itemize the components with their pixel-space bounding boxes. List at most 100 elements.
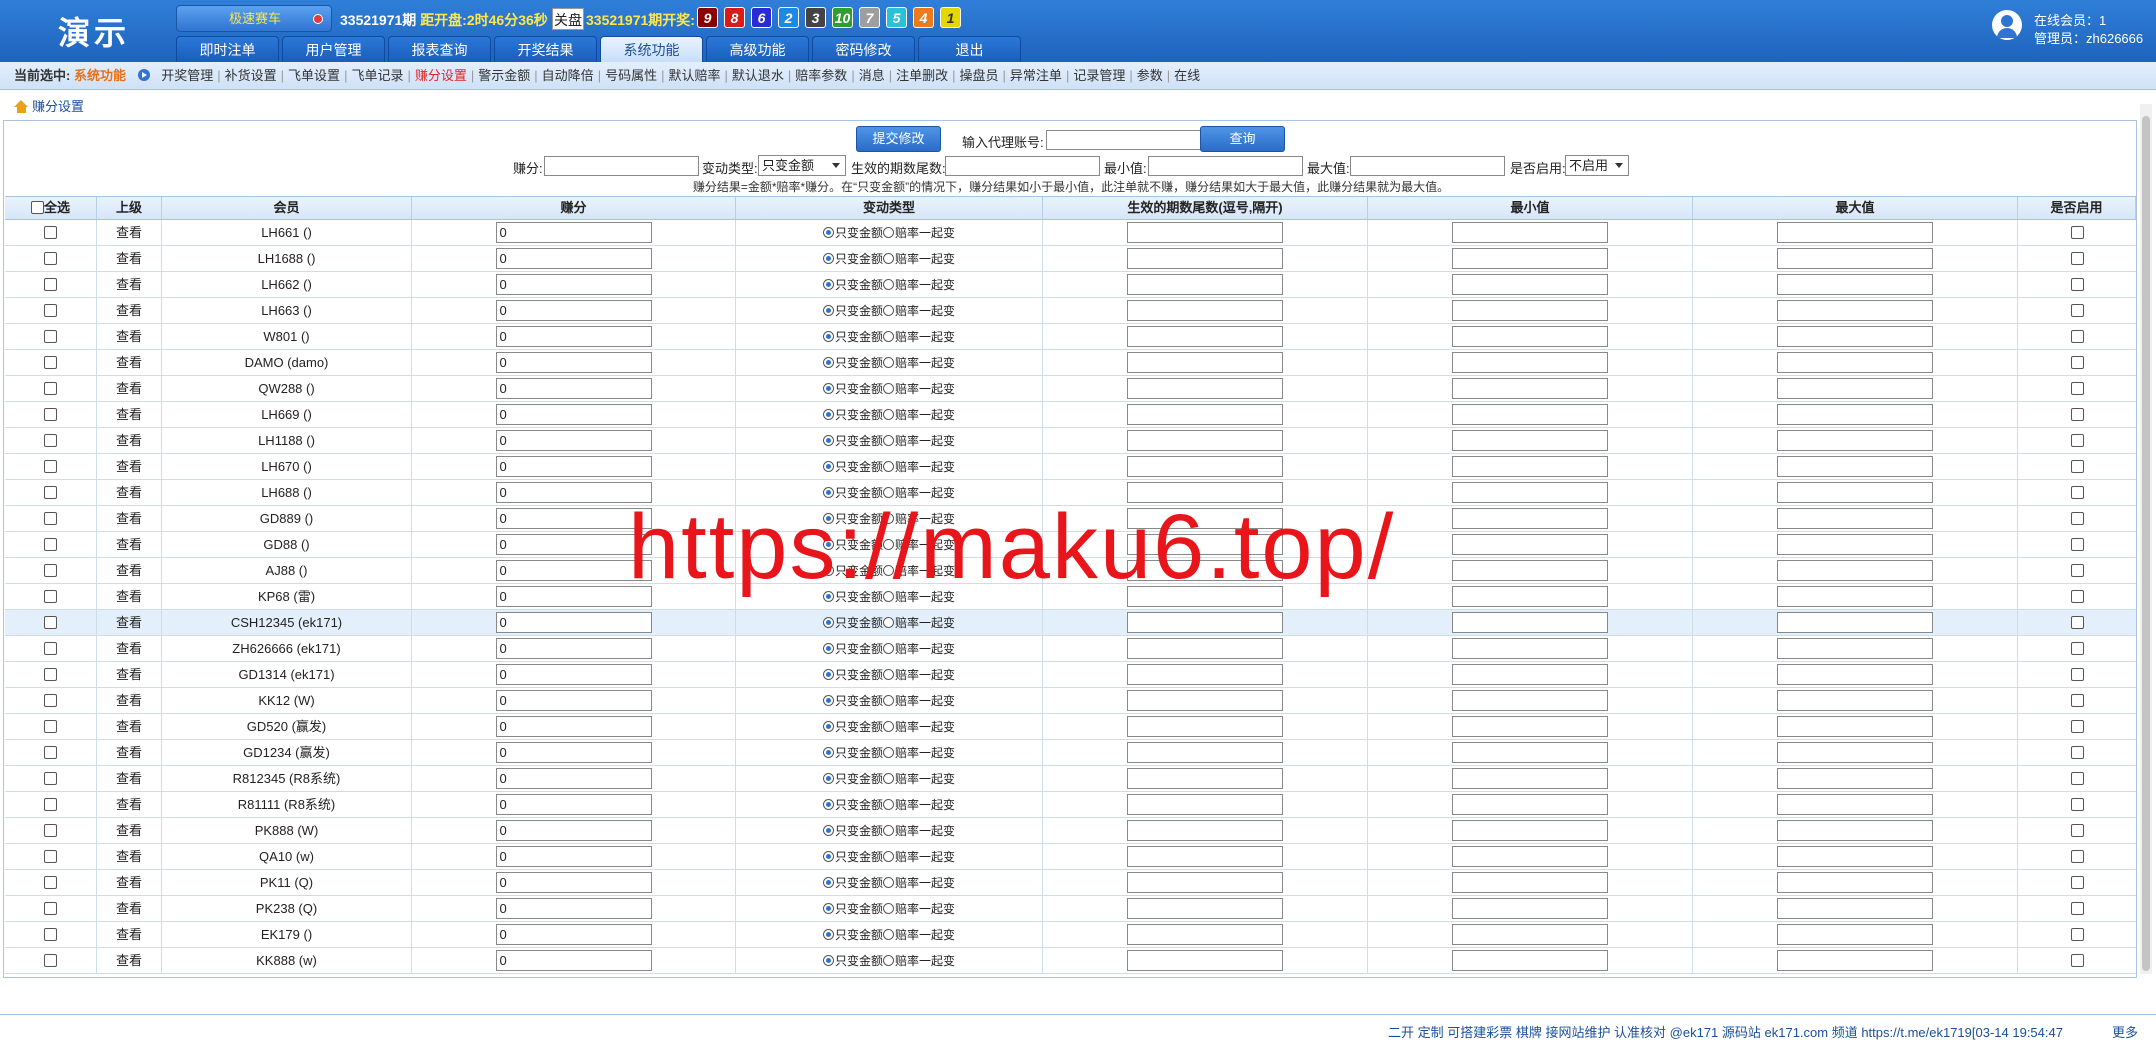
earn-input[interactable]: 0 — [495, 716, 652, 738]
scrollbar-thumb[interactable] — [2142, 116, 2150, 971]
enabled-checkbox[interactable] — [2070, 824, 2084, 837]
nav-tab[interactable]: 密码修改 — [812, 36, 915, 62]
sub-nav-item[interactable]: 异常注单 — [1010, 68, 1062, 83]
enabled-checkbox[interactable] — [2070, 798, 2084, 811]
amount-only-radio[interactable] — [822, 747, 834, 758]
row-checkbox[interactable] — [44, 486, 57, 499]
earn-input[interactable]: 0 — [495, 872, 652, 894]
min-input[interactable] — [1452, 378, 1608, 400]
earn-input[interactable]: 0 — [495, 456, 652, 478]
odds-change-radio[interactable] — [883, 565, 894, 576]
more-link[interactable]: 更多 — [2112, 1022, 2138, 1041]
row-checkbox[interactable] — [44, 798, 57, 811]
amount-only-radio[interactable] — [822, 331, 834, 342]
enabled-checkbox[interactable] — [2070, 252, 2084, 265]
max-input[interactable] — [1777, 950, 1933, 972]
min-input[interactable] — [1452, 794, 1608, 816]
suffix-input[interactable] — [1127, 326, 1283, 348]
odds-change-radio[interactable] — [883, 929, 894, 940]
row-checkbox[interactable] — [44, 278, 57, 291]
suffix-input[interactable] — [1127, 404, 1283, 426]
min-input[interactable] — [1452, 846, 1608, 868]
suffix-input[interactable] — [1127, 560, 1283, 582]
amount-only-radio[interactable] — [822, 227, 834, 238]
max-input[interactable] — [1777, 612, 1933, 634]
nav-tab[interactable]: 高级功能 — [706, 36, 809, 62]
row-checkbox[interactable] — [44, 668, 57, 681]
odds-change-radio[interactable] — [883, 227, 894, 238]
min-input[interactable] — [1452, 664, 1608, 686]
min-input[interactable] — [1452, 742, 1608, 764]
view-parent-link[interactable]: 查看 — [97, 896, 162, 921]
amount-only-radio[interactable] — [822, 955, 834, 966]
odds-change-radio[interactable] — [883, 409, 894, 420]
row-checkbox[interactable] — [44, 564, 57, 577]
max-input[interactable] — [1777, 768, 1933, 790]
min-input[interactable] — [1452, 456, 1608, 478]
suffix-input[interactable] — [1127, 950, 1283, 972]
amount-only-radio[interactable] — [822, 721, 834, 732]
sub-nav-item[interactable]: 操盘员 — [960, 68, 999, 83]
suffix-input[interactable] — [1127, 846, 1283, 868]
enabled-checkbox[interactable] — [2070, 590, 2084, 603]
max-input[interactable] — [1350, 156, 1505, 176]
odds-change-radio[interactable] — [883, 799, 894, 810]
max-input[interactable] — [1777, 586, 1933, 608]
amount-only-radio[interactable] — [822, 357, 834, 368]
odds-change-radio[interactable] — [883, 357, 894, 368]
enabled-checkbox[interactable] — [2070, 226, 2084, 239]
header-select-all[interactable]: 全选 — [5, 197, 97, 219]
earn-input[interactable]: 0 — [495, 742, 652, 764]
min-input[interactable] — [1452, 352, 1608, 374]
min-input[interactable] — [1148, 156, 1303, 176]
max-input[interactable] — [1777, 898, 1933, 920]
view-parent-link[interactable]: 查看 — [97, 662, 162, 687]
amount-only-radio[interactable] — [822, 591, 834, 602]
row-checkbox[interactable] — [44, 538, 57, 551]
sub-nav-item[interactable]: 警示金额 — [478, 68, 530, 83]
suffix-input[interactable] — [1127, 222, 1283, 244]
earn-input[interactable]: 0 — [495, 820, 652, 842]
odds-change-radio[interactable] — [883, 539, 894, 550]
view-parent-link[interactable]: 查看 — [97, 428, 162, 453]
query-button[interactable]: 查询 — [1200, 126, 1285, 152]
suffix-input[interactable] — [1127, 794, 1283, 816]
amount-only-radio[interactable] — [822, 877, 834, 888]
suffix-input[interactable] — [1127, 768, 1283, 790]
max-input[interactable] — [1777, 508, 1933, 530]
min-input[interactable] — [1452, 326, 1608, 348]
earn-input[interactable]: 0 — [495, 534, 652, 556]
min-input[interactable] — [1452, 872, 1608, 894]
enabled-checkbox[interactable] — [2070, 330, 2084, 343]
enabled-checkbox[interactable] — [2070, 902, 2084, 915]
enabled-checkbox[interactable] — [2070, 720, 2084, 733]
max-input[interactable] — [1777, 274, 1933, 296]
enabled-checkbox[interactable] — [2070, 538, 2084, 551]
enabled-checkbox[interactable] — [2070, 278, 2084, 291]
view-parent-link[interactable]: 查看 — [97, 454, 162, 479]
min-input[interactable] — [1452, 508, 1608, 530]
enabled-checkbox[interactable] — [2070, 694, 2084, 707]
max-input[interactable] — [1777, 560, 1933, 582]
amount-only-radio[interactable] — [822, 773, 834, 784]
enabled-checkbox[interactable] — [2070, 564, 2084, 577]
row-checkbox[interactable] — [44, 382, 57, 395]
amount-only-radio[interactable] — [822, 799, 834, 810]
view-parent-link[interactable]: 查看 — [97, 376, 162, 401]
odds-change-radio[interactable] — [883, 877, 894, 888]
earn-input[interactable]: 0 — [495, 300, 652, 322]
max-input[interactable] — [1777, 846, 1933, 868]
odds-change-radio[interactable] — [883, 461, 894, 472]
earn-input[interactable]: 0 — [495, 846, 652, 868]
row-checkbox[interactable] — [44, 356, 57, 369]
enabled-checkbox[interactable] — [2070, 616, 2084, 629]
amount-only-radio[interactable] — [822, 825, 834, 836]
row-checkbox[interactable] — [44, 824, 57, 837]
nav-tab[interactable]: 退出 — [918, 36, 1021, 62]
enabled-checkbox[interactable] — [2070, 304, 2084, 317]
sub-nav-item[interactable]: 默认退水 — [732, 68, 784, 83]
max-input[interactable] — [1777, 482, 1933, 504]
earn-input[interactable]: 0 — [495, 560, 652, 582]
max-input[interactable] — [1777, 742, 1933, 764]
amount-only-radio[interactable] — [822, 461, 834, 472]
